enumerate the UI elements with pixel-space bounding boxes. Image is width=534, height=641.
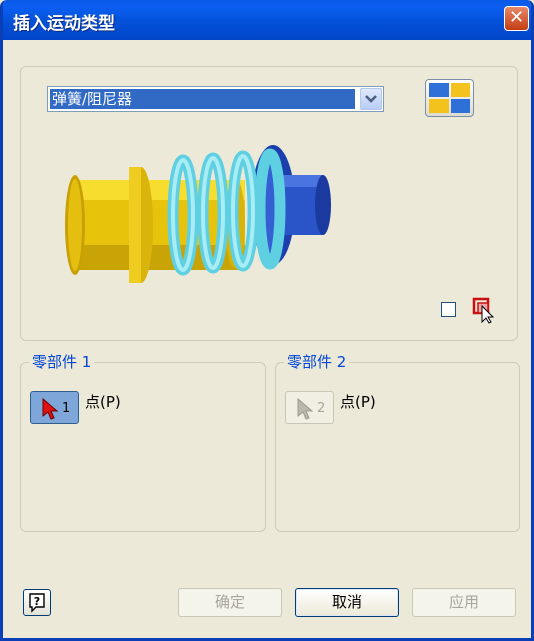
arrow-cursor-icon bbox=[297, 397, 314, 420]
title-bar: 插入运动类型 ✕ bbox=[3, 0, 531, 40]
component1-group bbox=[20, 362, 266, 532]
component2-button-number: 2 bbox=[317, 401, 326, 416]
pick-cursor-icon[interactable] bbox=[471, 296, 497, 324]
dropdown-button[interactable] bbox=[360, 88, 382, 110]
help-button[interactable]: ? bbox=[23, 589, 51, 616]
motion-type-select[interactable]: 弹簧/阻尼器 bbox=[47, 86, 384, 112]
component1-select-button[interactable]: 1 bbox=[30, 391, 79, 424]
component2-select-button[interactable]: 2 bbox=[285, 391, 334, 424]
component2-point-label: 点(P) bbox=[340, 393, 376, 411]
component1-legend: 零部件 1 bbox=[29, 353, 95, 371]
spring-damper-icon bbox=[65, 145, 331, 283]
close-icon: ✕ bbox=[508, 7, 525, 28]
layout-grid-icon bbox=[429, 83, 470, 113]
cancel-button[interactable]: 取消 bbox=[295, 588, 399, 617]
component2-legend: 零部件 2 bbox=[284, 353, 350, 371]
close-button[interactable]: ✕ bbox=[504, 6, 529, 31]
layout-button[interactable] bbox=[425, 79, 474, 117]
svg-text:?: ? bbox=[34, 595, 40, 608]
component2-group bbox=[275, 362, 520, 532]
motion-type-selected-value: 弹簧/阻尼器 bbox=[50, 89, 355, 109]
chevron-down-icon bbox=[365, 95, 377, 103]
arrow-cursor-icon bbox=[42, 397, 59, 420]
help-icon: ? bbox=[29, 593, 45, 613]
component1-point-label: 点(P) bbox=[85, 393, 121, 411]
apply-button[interactable]: 应用 bbox=[412, 588, 516, 617]
flip-checkbox[interactable] bbox=[441, 302, 456, 317]
ok-button[interactable]: 确定 bbox=[178, 588, 282, 617]
component1-button-number: 1 bbox=[62, 401, 71, 416]
insert-motion-type-dialog: 插入运动类型 ✕ 弹簧/阻尼器 零部件 1 1 点(P) 零部件 2 2 点(P… bbox=[0, 0, 534, 641]
dialog-title: 插入运动类型 bbox=[13, 14, 115, 34]
